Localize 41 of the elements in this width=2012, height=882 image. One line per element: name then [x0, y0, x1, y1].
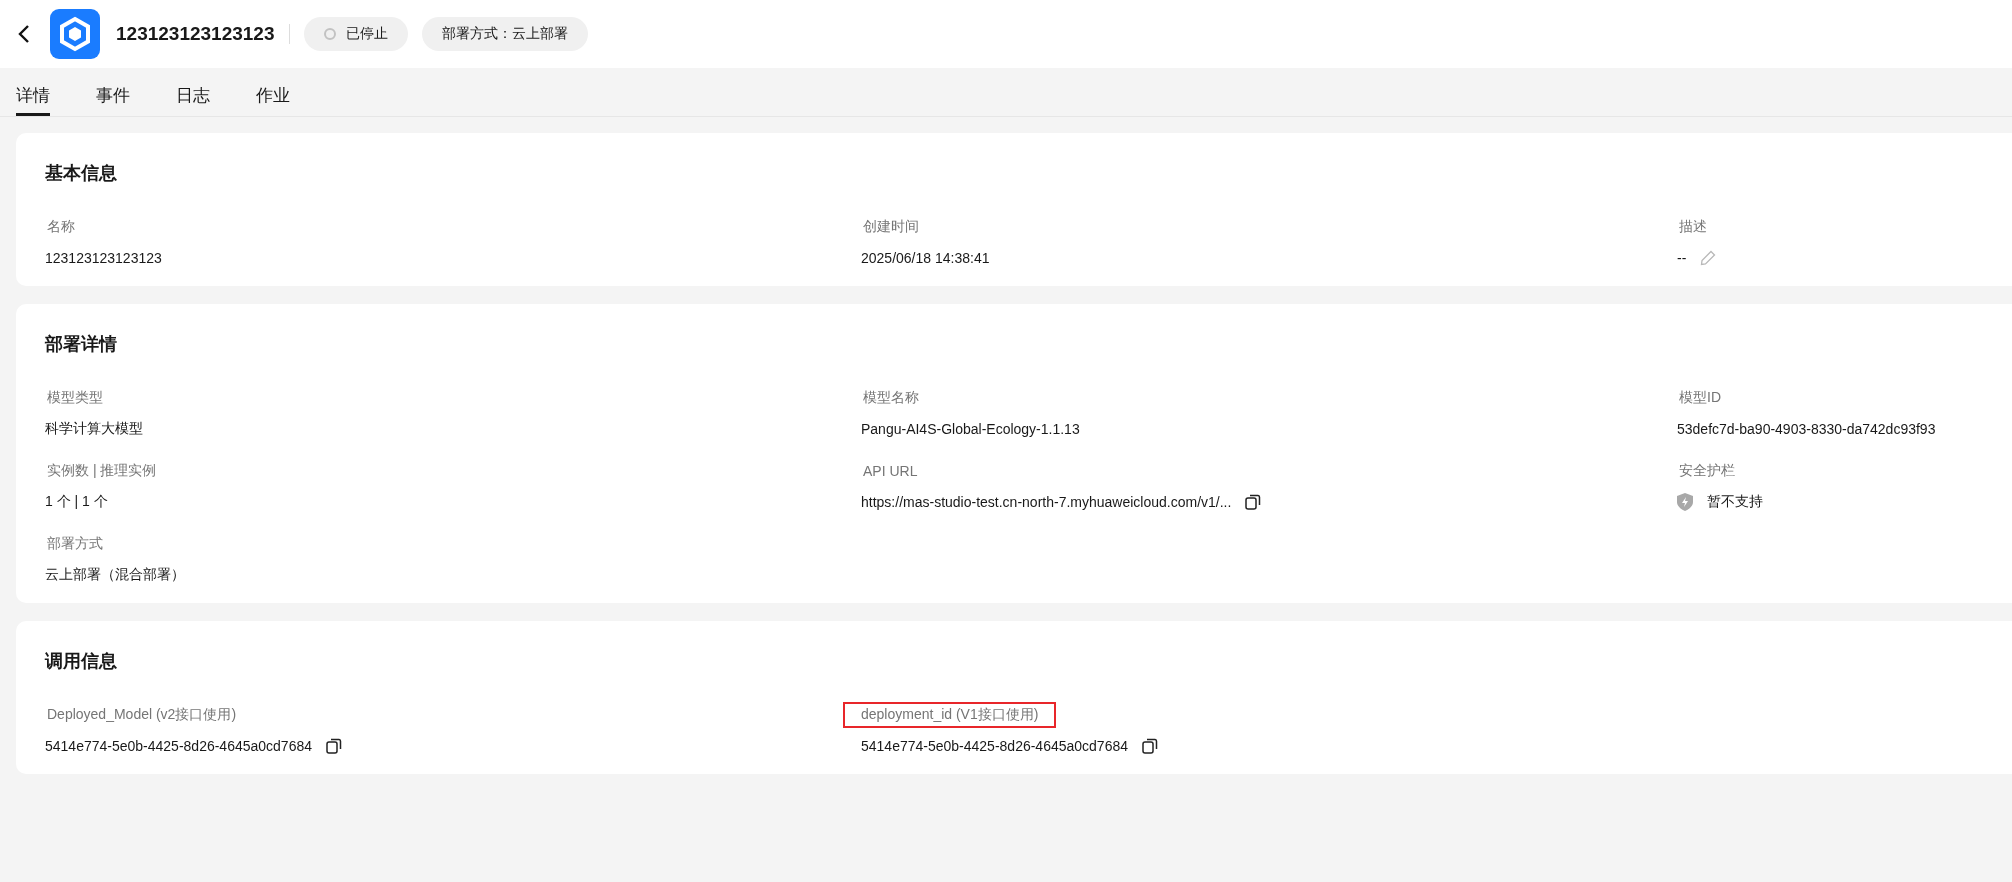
page-title: 123123123123123	[116, 23, 275, 45]
tab[interactable]: 作业	[256, 84, 290, 116]
copy-icon[interactable]	[1245, 494, 1262, 510]
field-label: 安全护栏	[1678, 461, 1736, 480]
field-value: 53defc7d-ba90-4903-8330-da742dc93f93	[1677, 421, 1936, 437]
field-value: 123123123123123	[45, 250, 162, 266]
field-label: 实例数 | 推理实例	[46, 461, 158, 480]
status-ring-icon	[323, 28, 336, 40]
field-label: deployment_id (V1接口使用)	[843, 702, 1057, 728]
field-value: 5414e774-5e0b-4425-8d26-4645a0cd7684	[861, 738, 1129, 754]
section-title: 部署详情	[45, 333, 118, 356]
field-value: 暂不支持	[1707, 493, 1763, 511]
section-title: 基本信息	[45, 162, 118, 185]
tab[interactable]: 事件	[96, 84, 130, 116]
field-label: 模型ID	[1678, 388, 1722, 407]
field-label: 模型名称	[862, 388, 920, 407]
field-label: 创建时间	[862, 217, 920, 236]
shield-icon	[1677, 493, 1693, 511]
field-value: --	[1677, 250, 1687, 266]
field-label: 部署方式	[46, 534, 104, 553]
field-label: 模型类型	[46, 388, 104, 407]
app-logo-icon	[50, 9, 100, 59]
field-value: 科学计算大模型	[45, 420, 143, 438]
field-value: 云上部署（混合部署）	[45, 566, 185, 584]
field-label: API URL	[862, 462, 919, 481]
tab[interactable]: 日志	[176, 84, 210, 116]
field-label: 名称	[46, 217, 76, 236]
back-icon[interactable]	[18, 24, 30, 44]
copy-icon[interactable]	[1142, 738, 1159, 754]
status-text: 已停止	[345, 25, 388, 43]
field-value: https://mas-studio-test.cn-north-7.myhuaweicloud.com/v1/...	[861, 494, 1232, 510]
tab[interactable]: 详情	[16, 84, 50, 116]
deploy-mode-badge: 部署方式：云上部署	[421, 17, 588, 51]
section-title: 调用信息	[45, 650, 118, 673]
field-value: 5414e774-5e0b-4425-8d26-4645a0cd7684	[45, 738, 313, 754]
field-label: Deployed_Model (v2接口使用)	[46, 705, 238, 724]
field-value: 1 个 | 1 个	[45, 493, 108, 511]
field-value: 2025/06/18 14:38:41	[861, 250, 990, 266]
field-value: Pangu-AI4S-Global-Ecology-1.1.13	[861, 421, 1080, 437]
copy-icon[interactable]	[326, 738, 343, 754]
field-label: 描述	[1678, 217, 1708, 236]
